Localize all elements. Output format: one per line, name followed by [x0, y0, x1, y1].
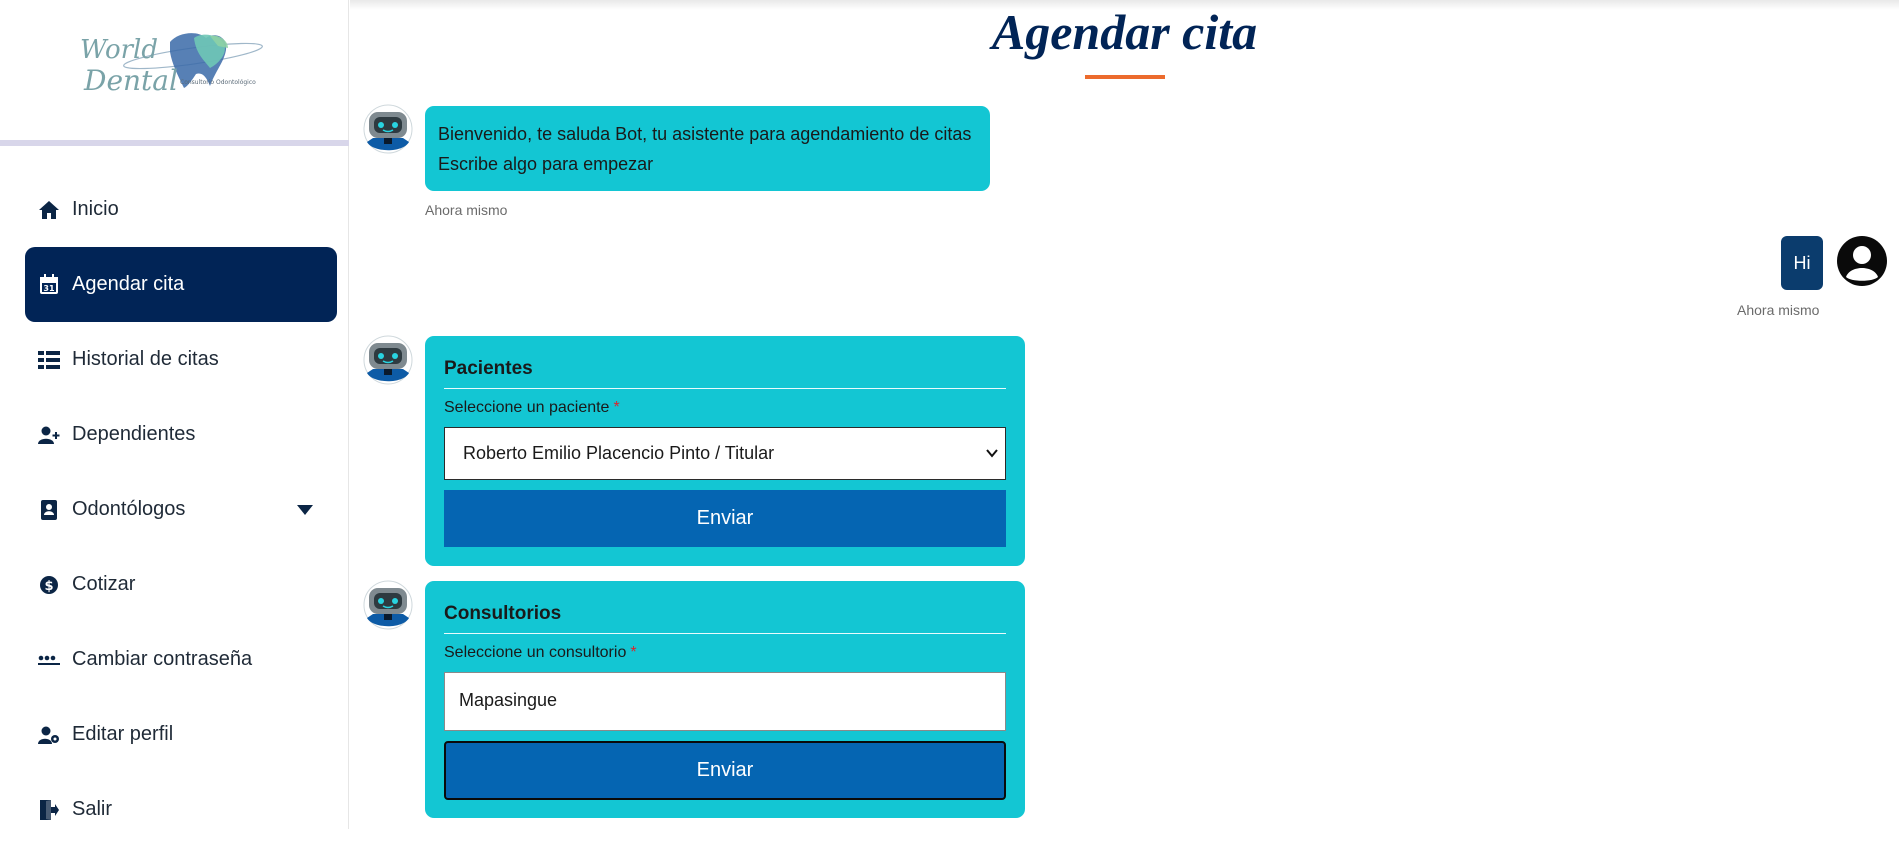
user-message: Hi — [1781, 236, 1823, 290]
sidebar-item-cotizar[interactable]: $ Cotizar — [25, 547, 337, 622]
patient-select-value: Roberto Emilio Placencio Pinto / Titular — [463, 443, 775, 463]
id-badge-icon — [38, 499, 60, 521]
bot-avatar — [363, 580, 413, 630]
svg-text:$: $ — [44, 579, 53, 594]
sidebar-item-label: Editar perfil — [72, 723, 174, 745]
svg-text:31: 31 — [43, 284, 55, 293]
send-patient-button[interactable]: Enviar — [444, 490, 1006, 547]
bot-avatar — [363, 104, 413, 154]
patients-card: Pacientes Seleccione un paciente * Robert… — [425, 336, 1025, 566]
sidebar-item-label: Cotizar — [72, 573, 136, 595]
sidebar-item-label: Cambiar contraseña — [72, 648, 253, 670]
sign-out-icon — [38, 799, 60, 821]
sidebar-item-label: Dependientes — [72, 423, 196, 445]
divider — [444, 388, 1006, 389]
welcome-line-2: Escribe algo para empezar — [438, 154, 654, 174]
user-plus-icon — [38, 424, 60, 446]
required-mark: * — [630, 644, 637, 661]
sidebar-item-editar-perfil[interactable]: Editar perfil — [25, 697, 337, 772]
divider — [444, 633, 1006, 634]
card-title: Pacientes — [444, 358, 533, 379]
svg-text:Dental: Dental — [83, 64, 178, 97]
offices-card: Consultorios Seleccione un consultorio * … — [425, 581, 1025, 818]
card-title: Consultorios — [444, 603, 562, 624]
sidebar-item-label: Agendar cita — [72, 273, 185, 295]
sidebar-item-salir[interactable]: Salir — [25, 772, 337, 847]
brand-subtitle: Consultorio Odontológico — [180, 79, 256, 86]
sidebar: World Dental Consultorio Odontológico In… — [0, 0, 349, 829]
user-avatar-icon — [1837, 236, 1887, 286]
chevron-down-icon — [986, 449, 998, 458]
send-office-button[interactable]: Enviar — [444, 741, 1006, 800]
welcome-line-1: Bienvenido, te saluda Bot, tu asistente … — [438, 124, 972, 144]
title-underline — [1085, 75, 1165, 79]
patient-select[interactable]: Roberto Emilio Placencio Pinto / Titular — [444, 427, 1006, 480]
sidebar-item-label: Inicio — [72, 198, 119, 220]
chevron-down-icon[interactable] — [297, 504, 313, 515]
user-gear-icon — [38, 724, 60, 746]
message-timestamp: Ahora mismo — [1737, 302, 1820, 318]
page-title: Agendar cita — [991, 4, 1258, 60]
password-dots-icon — [38, 649, 60, 671]
sidebar-item-cambiar-contrasena[interactable]: Cambiar contraseña — [25, 622, 337, 697]
sidebar-item-agendar-cita[interactable]: 31 Agendar cita — [25, 247, 337, 322]
sidebar-item-inicio[interactable]: Inicio — [25, 172, 337, 247]
dollar-circle-icon: $ — [38, 574, 60, 596]
sidebar-item-historial-de-citas[interactable]: Historial de citas — [25, 322, 337, 397]
patient-field-label: Seleccione un paciente * — [444, 399, 620, 416]
office-input[interactable]: Mapasingue — [444, 672, 1006, 731]
home-icon — [38, 199, 60, 221]
list-table-icon — [38, 349, 60, 371]
office-input-value: Mapasingue — [459, 690, 558, 710]
sidebar-item-label: Salir — [72, 798, 113, 820]
office-field-label: Seleccione un consultorio * — [444, 644, 637, 661]
sidebar-item-odontologos[interactable]: Odontólogos — [25, 472, 337, 547]
brand-logo[interactable]: World Dental Consultorio Odontológico — [0, 0, 349, 146]
svg-text:World: World — [80, 35, 158, 65]
tooth-logo-icon: World Dental — [80, 33, 263, 97]
required-mark: * — [613, 399, 620, 416]
sidebar-item-label: Odontólogos — [72, 498, 186, 520]
sidebar-item-label: Historial de citas — [72, 348, 219, 370]
bot-avatar — [363, 335, 413, 385]
bot-message-welcome: Bienvenido, te saluda Bot, tu asistente … — [425, 106, 990, 191]
calendar-31-icon: 31 — [38, 274, 60, 296]
message-timestamp: Ahora mismo — [425, 202, 508, 218]
sidebar-item-dependientes[interactable]: Dependientes — [25, 397, 337, 472]
